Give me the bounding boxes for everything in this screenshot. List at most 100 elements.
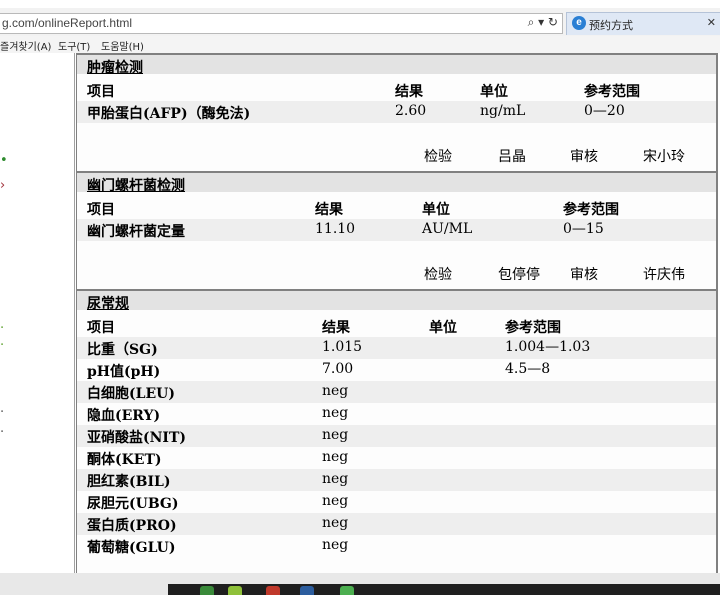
- url-text[interactable]: g.com/onlineReport.html: [2, 16, 132, 30]
- table-header-row: 项目 结果 单位 参考范围: [77, 315, 716, 337]
- table-row: 胆红素(BIL) neg: [77, 469, 716, 491]
- table-row: 比重（SG) 1.015 1.004—1.03: [77, 337, 716, 359]
- item-result: neg: [322, 515, 349, 531]
- item-name: 甲胎蛋白(AFP)（酶免法): [87, 106, 251, 122]
- col-range: 参考范围: [505, 320, 561, 336]
- tested-label: 检验: [424, 149, 452, 165]
- col-unit: 单位: [429, 320, 457, 336]
- item-name: pH值(pH): [87, 364, 161, 380]
- item-result: 2.60: [395, 103, 427, 119]
- item-name: 胆红素(BIL): [87, 474, 171, 490]
- left-frame-mark: ·: [0, 425, 5, 440]
- table-header-row: 项目 结果 单位 参考范围: [77, 197, 716, 219]
- section-urinalysis: 尿常规 项目 结果 单位 参考范围 比重（SG) 1.015 1.004—1.0…: [77, 289, 716, 575]
- item-name: 比重（SG): [87, 342, 158, 358]
- section-title: 幽门螺杆菌检测: [87, 178, 185, 194]
- left-frame-mark: •: [0, 153, 8, 168]
- section-header: 肿瘤检测: [77, 55, 716, 76]
- col-unit: 单位: [480, 84, 508, 100]
- section-header: 尿常规: [77, 291, 716, 312]
- item-name: 酮体(KET): [87, 452, 162, 468]
- reviewer-name: 许庆伟: [643, 267, 685, 283]
- left-frame-mark: ·: [0, 405, 5, 420]
- url-field[interactable]: g.com/onlineReport.html ⌕ ▾ ↻: [0, 13, 563, 34]
- item-result: neg: [322, 493, 349, 509]
- table-header-row: 项目 结果 单位 参考范围: [77, 79, 716, 101]
- item-name: 尿胆元(UBG): [87, 496, 179, 512]
- item-unit: ng/mL: [480, 103, 526, 119]
- table-row: 甲胎蛋白(AFP)（酶免法) 2.60 ng/mL 0—20: [77, 101, 716, 123]
- table-row: 白细胞(LEU) neg: [77, 381, 716, 403]
- section-tumor: 肿瘤检测 项目 结果 单位 参考范围 甲胎蛋白(AFP)（酶免法) 2.60 n…: [77, 53, 716, 173]
- close-tab-icon[interactable]: ✕: [707, 16, 716, 29]
- table-row: pH值(pH) 7.00 4.5—8: [77, 359, 716, 381]
- item-name: 蛋白质(PRO): [87, 518, 177, 534]
- taskbar-app-icon[interactable]: [200, 586, 214, 595]
- item-name: 隐血(ERY): [87, 408, 161, 424]
- col-result: 结果: [315, 202, 343, 218]
- browser-tab[interactable]: e 预约方式 ✕: [566, 12, 720, 35]
- col-item: 项目: [87, 320, 115, 336]
- menu-bar: 즐겨찾기(A) 도구(T) 도움말(H): [0, 36, 720, 53]
- report-panel: 肿瘤检测 项目 结果 单位 参考范围 甲胎蛋白(AFP)（酶免法) 2.60 n…: [76, 53, 718, 573]
- left-frame-mark: ›: [0, 178, 6, 193]
- item-result: 7.00: [322, 361, 354, 377]
- item-range: 0—20: [584, 103, 625, 119]
- col-result: 结果: [322, 320, 350, 336]
- item-name: 幽门螺杆菌定量: [87, 224, 185, 240]
- item-result: neg: [322, 537, 349, 553]
- item-name: 白细胞(LEU): [87, 386, 175, 402]
- table-row: 隐血(ERY) neg: [77, 403, 716, 425]
- section-hpylori: 幽门螺杆菌检测 项目 结果 单位 参考范围 幽门螺杆菌定量 11.10 AU/M…: [77, 171, 716, 291]
- item-result: 1.015: [322, 339, 363, 355]
- ie-icon: e: [572, 16, 586, 30]
- item-result: neg: [322, 427, 349, 443]
- item-name: 亚硝酸盐(NIT): [87, 430, 187, 446]
- review-label: 审核: [570, 149, 598, 165]
- table-row: 酮体(KET) neg: [77, 447, 716, 469]
- item-result: neg: [322, 471, 349, 487]
- tester-name: 吕晶: [498, 149, 526, 165]
- tester-name: 包停停: [498, 267, 540, 283]
- menu-favorites[interactable]: 즐겨찾기(A): [0, 38, 51, 53]
- col-range: 参考范围: [584, 84, 640, 100]
- item-result: neg: [322, 383, 349, 399]
- col-unit: 单位: [422, 202, 450, 218]
- left-frame-mark: ·: [0, 321, 5, 336]
- table-row: 尿胆元(UBG) neg: [77, 491, 716, 513]
- col-item: 项目: [87, 202, 115, 218]
- taskbar-app-icon[interactable]: [340, 586, 354, 595]
- review-label: 审核: [570, 267, 598, 283]
- menu-tools[interactable]: 도구(T): [58, 38, 90, 53]
- left-frame-mark: ·: [0, 338, 5, 353]
- search-refresh-icons[interactable]: ⌕ ▾ ↻: [528, 15, 558, 30]
- taskbar-app-icon[interactable]: [228, 586, 242, 595]
- tab-label: 预约方式: [589, 19, 633, 32]
- item-unit: AU/ML: [422, 221, 473, 237]
- tested-label: 检验: [424, 267, 452, 283]
- item-range: 4.5—8: [505, 361, 551, 377]
- left-frame: • › · · · ·: [0, 53, 75, 573]
- item-name: 葡萄糖(GLU): [87, 540, 176, 556]
- taskbar-app-icon[interactable]: [266, 586, 280, 595]
- item-result: neg: [322, 449, 349, 465]
- address-bar: g.com/onlineReport.html ⌕ ▾ ↻ e 预约方式 ✕: [0, 8, 720, 37]
- item-range: 0—15: [563, 221, 604, 237]
- reviewer-name: 宋小玲: [643, 149, 685, 165]
- menu-help[interactable]: 도움말(H): [101, 38, 144, 53]
- col-result: 结果: [395, 84, 423, 100]
- taskbar: [0, 573, 720, 595]
- table-row: 葡萄糖(GLU) neg: [77, 535, 716, 557]
- item-result: 11.10: [315, 221, 356, 237]
- section-title: 肿瘤检测: [87, 60, 143, 76]
- table-row: 亚硝酸盐(NIT) neg: [77, 425, 716, 447]
- col-item: 项目: [87, 84, 115, 100]
- table-row: 幽门螺杆菌定量 11.10 AU/ML 0—15: [77, 219, 716, 241]
- taskbar-app-icon[interactable]: [300, 586, 314, 595]
- item-range: 1.004—1.03: [505, 339, 591, 355]
- table-row: 蛋白质(PRO) neg: [77, 513, 716, 535]
- section-header: 幽门螺杆菌检测: [77, 173, 716, 194]
- col-range: 参考范围: [563, 202, 619, 218]
- taskbar-strip: [168, 584, 720, 595]
- section-title: 尿常规: [87, 296, 129, 312]
